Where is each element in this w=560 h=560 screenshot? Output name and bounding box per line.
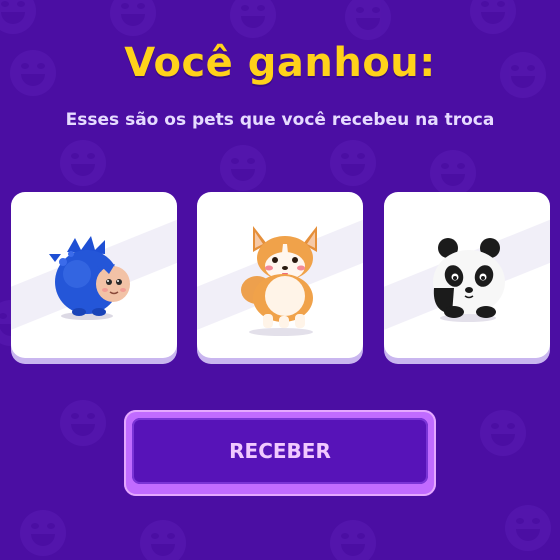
smiley-pattern-icon bbox=[345, 0, 391, 40]
smiley-pattern-icon bbox=[330, 520, 376, 560]
receive-button[interactable]: RECEBER bbox=[132, 418, 428, 484]
smiley-pattern-icon bbox=[220, 145, 266, 191]
smiley-pattern-icon bbox=[330, 140, 376, 186]
smiley-pattern-icon bbox=[230, 0, 276, 38]
smiley-pattern-icon bbox=[480, 410, 526, 456]
smiley-pattern-icon bbox=[140, 520, 186, 560]
smiley-pattern-icon bbox=[505, 505, 551, 551]
corgi-pet-icon bbox=[241, 226, 317, 336]
smiley-pattern-icon bbox=[20, 510, 66, 556]
reward-card[interactable] bbox=[384, 192, 550, 358]
reward-subtitle: Esses são os pets que você recebeu na tr… bbox=[65, 110, 495, 130]
smiley-pattern-icon bbox=[110, 0, 156, 36]
smiley-pattern-icon bbox=[60, 400, 106, 446]
blue-hedgehog-pet-icon bbox=[49, 236, 130, 320]
smiley-pattern-icon bbox=[60, 140, 106, 186]
smiley-pattern-icon bbox=[470, 0, 516, 34]
smiley-pattern-icon bbox=[430, 150, 476, 196]
smiley-pattern-icon bbox=[0, 0, 36, 34]
reward-card[interactable] bbox=[11, 192, 177, 358]
panda-pet-icon bbox=[433, 238, 505, 322]
receive-button-frame: RECEBER bbox=[124, 410, 436, 496]
reward-title: Você ganhou: bbox=[124, 40, 436, 86]
reward-card[interactable] bbox=[197, 192, 363, 358]
